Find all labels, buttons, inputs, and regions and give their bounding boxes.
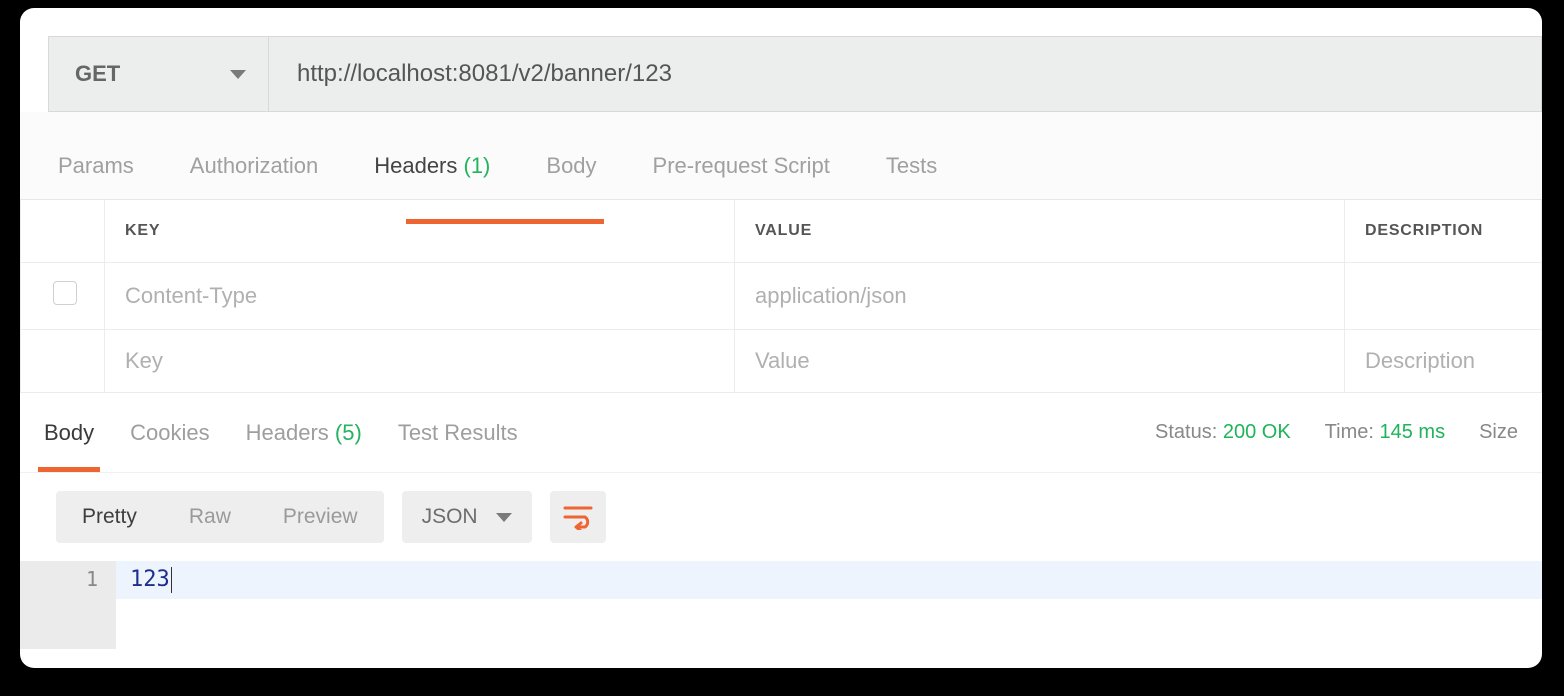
chevron-down-icon <box>496 513 512 522</box>
line-number: 1 <box>20 561 116 599</box>
col-value: VALUE <box>735 200 1345 263</box>
headers-table-head: KEY VALUE DESCRIPTION <box>21 200 1542 263</box>
row-checkbox[interactable] <box>53 281 77 305</box>
code-area-blank <box>20 599 1542 649</box>
col-description: DESCRIPTION <box>1345 200 1542 263</box>
body-view-modes: Pretty Raw Preview <box>56 491 384 543</box>
view-preview[interactable]: Preview <box>257 491 384 543</box>
chevron-down-icon <box>230 70 246 79</box>
wrap-icon <box>563 504 593 530</box>
response-meta: Status: 200 OK Time: 145 ms Size <box>1155 421 1518 444</box>
header-desc-input[interactable]: Description <box>1345 330 1542 393</box>
table-row-placeholder: Key Value Description <box>21 330 1542 393</box>
header-value-cell[interactable]: application/json <box>735 263 1345 330</box>
tab-headers[interactable]: Headers (1) <box>374 153 490 199</box>
http-method-label: GET <box>75 61 120 87</box>
wrap-lines-button[interactable] <box>550 491 606 543</box>
app-window: GET http://localhost:8081/v2/banner/123 … <box>20 8 1542 668</box>
resp-tab-headers[interactable]: Headers (5) <box>246 396 362 470</box>
resp-tab-cookies[interactable]: Cookies <box>130 396 209 470</box>
http-method-select[interactable]: GET <box>49 37 269 111</box>
request-tabs: Params Authorization Headers (1) Body Pr… <box>20 112 1542 200</box>
request-url-text: http://localhost:8081/v2/banner/123 <box>297 60 672 88</box>
headers-table: KEY VALUE DESCRIPTION Content-Type appli… <box>20 200 1542 393</box>
resp-tab-body[interactable]: Body <box>44 396 94 470</box>
code-line[interactable]: 123 <box>116 561 1542 599</box>
header-desc-cell[interactable] <box>1345 263 1542 330</box>
status-value: 200 OK <box>1223 421 1291 443</box>
tab-tests[interactable]: Tests <box>886 153 937 199</box>
response-bar: Body Cookies Headers (5) Test Results St… <box>20 393 1542 473</box>
time-block: Time: 145 ms <box>1325 421 1445 444</box>
text-cursor <box>171 567 172 593</box>
col-key: KEY <box>105 200 735 263</box>
response-body: 1 123 <box>20 561 1542 599</box>
tab-prerequest[interactable]: Pre-request Script <box>653 153 830 199</box>
view-pretty[interactable]: Pretty <box>56 491 163 543</box>
table-row: Content-Type application/json <box>21 263 1542 330</box>
header-key-input[interactable]: Key <box>105 330 735 393</box>
tab-params[interactable]: Params <box>58 153 134 199</box>
view-raw[interactable]: Raw <box>163 491 257 543</box>
time-value: 145 ms <box>1380 421 1446 443</box>
body-format-select[interactable]: JSON <box>402 491 532 543</box>
request-url-input[interactable]: http://localhost:8081/v2/banner/123 <box>269 37 1541 111</box>
response-tabs: Body Cookies Headers (5) Test Results <box>44 396 518 470</box>
tab-body[interactable]: Body <box>546 153 596 199</box>
header-value-input[interactable]: Value <box>735 330 1345 393</box>
resp-tab-testresults[interactable]: Test Results <box>398 396 518 470</box>
status-block: Status: 200 OK <box>1155 421 1291 444</box>
header-key-cell[interactable]: Content-Type <box>105 263 735 330</box>
tab-authorization[interactable]: Authorization <box>190 153 318 199</box>
size-label: Size <box>1479 421 1518 444</box>
body-toolbar: Pretty Raw Preview JSON <box>20 473 1542 561</box>
active-tab-underline <box>406 219 604 224</box>
request-bar: GET http://localhost:8081/v2/banner/123 <box>48 36 1542 112</box>
